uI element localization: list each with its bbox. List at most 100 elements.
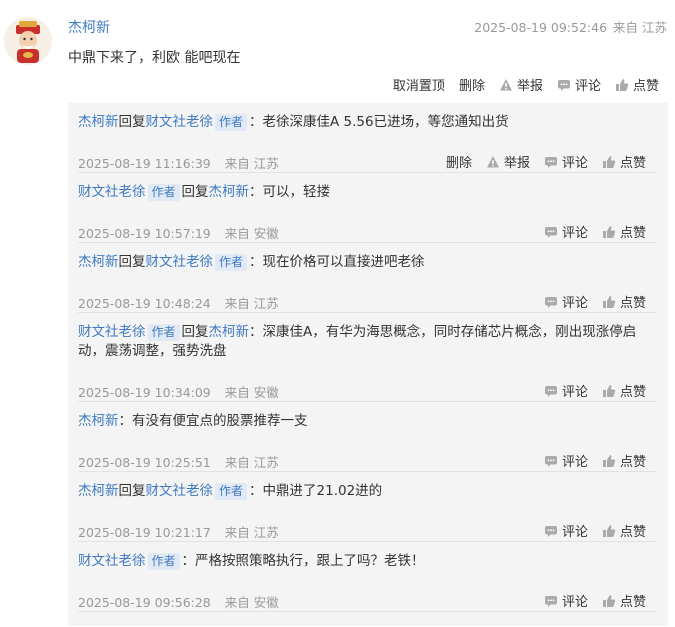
reply-time: 2025-08-19 10:34:09 xyxy=(78,385,211,400)
reply-button[interactable]: 评论 xyxy=(557,75,601,94)
unpin-button[interactable]: 取消置顶 xyxy=(393,75,445,94)
reply-time: 2025-08-19 09:56:28 xyxy=(78,595,211,610)
reply-target[interactable]: 杰柯新 xyxy=(209,324,250,340)
reply-content: ：可以，轻搂 xyxy=(249,184,331,200)
reply-button[interactable]: 评论 xyxy=(544,152,588,171)
reply-target[interactable]: 财文社老徐 xyxy=(146,254,214,270)
reply-actions: 评论 点赞 xyxy=(544,591,646,610)
thumbs-up-icon xyxy=(615,78,629,91)
thumbs-up-icon xyxy=(602,454,616,467)
thumbs-up-icon xyxy=(602,295,616,308)
like-button[interactable]: 点赞 xyxy=(602,152,646,171)
author-badge: 作者 xyxy=(147,324,180,341)
reply-actions: 评论 点赞 xyxy=(544,222,646,241)
like-button[interactable]: 点赞 xyxy=(615,75,659,94)
reply-list: 杰柯新回复财文社老徐 作者 ：老徐深康佳A 5.56已进场，等您通知出货 2025-0… xyxy=(68,103,668,626)
warning-icon xyxy=(486,155,499,167)
reply-button[interactable]: 评论 xyxy=(544,591,588,610)
reply-item: 财文社老徐 作者 回复杰柯新：深康佳A，有华为海思概念，同时存储芯片概念，刚出现涨停… xyxy=(78,323,656,402)
reply-item: 财文社老徐 作者 ：严格按照策略执行，跟上了吗？老铁！ 2025-08-19 09:5… xyxy=(78,552,656,612)
reply-time: 2025-08-19 10:48:24 xyxy=(78,296,211,311)
comment-icon xyxy=(544,296,557,308)
thumbs-up-icon xyxy=(602,155,616,168)
reply-location: 来自 安徽 xyxy=(224,595,279,610)
like-button[interactable]: 点赞 xyxy=(602,381,646,400)
reply-text: 财文社老徐 作者 ：严格按照策略执行，跟上了吗？老铁！ xyxy=(78,552,656,571)
comment-content: 中鼎下来了，利欧 能吧现在 xyxy=(68,50,241,66)
reply-author[interactable]: 杰柯新 xyxy=(78,114,119,130)
comment-icon xyxy=(544,525,557,537)
comment-actions: 取消置顶 删除 举报 评论 点赞 xyxy=(393,75,659,94)
report-button[interactable]: 举报 xyxy=(486,152,530,171)
reply-author[interactable]: 财文社老徐 xyxy=(78,184,146,200)
reply-actions: 评论 点赞 xyxy=(544,381,646,400)
comment-author[interactable]: 杰柯新 xyxy=(68,17,110,37)
reply-content: ：严格按照策略执行，跟上了吗？老铁！ xyxy=(181,553,425,569)
delete-button[interactable]: 删除 xyxy=(446,152,472,171)
comment-icon xyxy=(544,385,557,397)
reply-author[interactable]: 杰柯新 xyxy=(78,254,119,270)
reply-location: 来自 江苏 xyxy=(224,156,279,171)
reply-time: 2025-08-19 11:16:39 xyxy=(78,156,211,171)
comment-icon xyxy=(557,79,570,91)
reply-text: 杰柯新回复财文社老徐 作者 ：老徐深康佳A 5.56已进场，等您通知出货 xyxy=(78,113,656,132)
reply-time: 2025-08-19 10:57:19 xyxy=(78,226,211,241)
reply-item: 杰柯新回复财文社老徐 作者 ：中鼎进了21.02进的 2025-08-19 10:21… xyxy=(78,482,656,542)
reply-actions: 评论 点赞 xyxy=(544,292,646,311)
reply-button[interactable]: 评论 xyxy=(544,222,588,241)
reply-location: 来自 安徽 xyxy=(224,226,279,241)
reply-actions: 评论 点赞 xyxy=(544,521,646,540)
like-button[interactable]: 点赞 xyxy=(602,451,646,470)
reply-verb: 回复 xyxy=(118,114,146,130)
comment-time: 2025-08-19 09:52:46 xyxy=(474,20,608,35)
comment-icon xyxy=(544,156,557,168)
reply-verb: 回复 xyxy=(181,184,209,200)
reply-button[interactable]: 评论 xyxy=(544,521,588,540)
reply-location: 来自 江苏 xyxy=(224,455,279,470)
like-button[interactable]: 点赞 xyxy=(602,591,646,610)
thumbs-up-icon xyxy=(602,384,616,397)
reply-item: 杰柯新：有没有便宜点的股票推荐一支 2025-08-19 10:25:51 来自 江… xyxy=(78,412,656,472)
reply-text: 杰柯新：有没有便宜点的股票推荐一支 xyxy=(78,412,656,431)
comment-location: 来自 江苏 xyxy=(613,20,667,35)
reply-meta: 2025-08-19 09:56:28 来自 安徽 xyxy=(78,592,279,611)
reply-text: 杰柯新回复财文社老徐 作者 ：现在价格可以直接进吧老徐 xyxy=(78,253,656,272)
reply-item: 杰柯新回复财文社老徐 作者 ：现在价格可以直接进吧老徐 2025-08-19 10:4… xyxy=(78,253,656,313)
avatar[interactable] xyxy=(4,17,52,65)
report-button[interactable]: 举报 xyxy=(499,75,543,94)
reply-text: 杰柯新回复财文社老徐 作者 ：中鼎进了21.02进的 xyxy=(78,482,656,501)
thumbs-up-icon xyxy=(602,594,616,607)
reply-meta: 2025-08-19 10:34:09 来自 安徽 xyxy=(78,382,279,401)
reply-author[interactable]: 杰柯新 xyxy=(78,483,119,499)
like-button[interactable]: 点赞 xyxy=(602,292,646,311)
delete-button[interactable]: 删除 xyxy=(459,75,485,94)
author-badge: 作者 xyxy=(215,254,248,271)
like-button[interactable]: 点赞 xyxy=(602,222,646,241)
comment-icon xyxy=(544,226,557,238)
caishen-avatar-icon xyxy=(4,17,52,65)
reply-target[interactable]: 财文社老徐 xyxy=(146,483,214,499)
reply-actions: 评论 点赞 xyxy=(544,451,646,470)
reply-target[interactable]: 财文社老徐 xyxy=(146,114,214,130)
reply-author[interactable]: 财文社老徐 xyxy=(78,553,146,569)
reply-button[interactable]: 评论 xyxy=(544,292,588,311)
reply-button[interactable]: 评论 xyxy=(544,381,588,400)
reply-author[interactable]: 杰柯新 xyxy=(78,413,119,429)
thumbs-up-icon xyxy=(602,524,616,537)
reply-meta: 2025-08-19 11:16:39 来自 江苏 xyxy=(78,153,279,172)
reply-location: 来自 江苏 xyxy=(224,296,279,311)
author-badge: 作者 xyxy=(215,483,248,500)
reply-button[interactable]: 评论 xyxy=(544,451,588,470)
comment-icon xyxy=(544,595,557,607)
comment-icon xyxy=(544,455,557,467)
reply-location: 来自 安徽 xyxy=(224,385,279,400)
reply-target[interactable]: 杰柯新 xyxy=(209,184,250,200)
reply-time: 2025-08-19 10:21:17 xyxy=(78,525,211,540)
reply-location: 来自 江苏 xyxy=(224,525,279,540)
comment-meta: 2025-08-19 09:52:46 来自 江苏 xyxy=(472,17,667,36)
reply-content: ：现在价格可以直接进吧老徐 xyxy=(249,254,425,270)
reply-author[interactable]: 财文社老徐 xyxy=(78,324,146,340)
like-button[interactable]: 点赞 xyxy=(602,521,646,540)
reply-content: ：老徐深康佳A 5.56已进场，等您通知出货 xyxy=(249,114,509,130)
reply-verb: 回复 xyxy=(118,483,146,499)
